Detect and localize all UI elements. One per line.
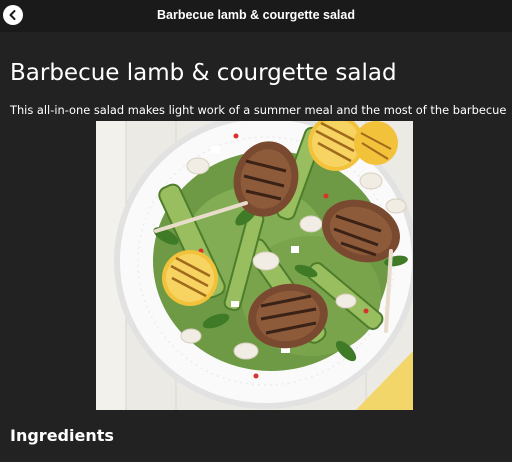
page-title: Barbecue lamb & courgette salad	[10, 60, 397, 86]
recipe-description: This all-in-one salad makes light work o…	[10, 103, 507, 117]
top-bar: Barbecue lamb & courgette salad	[0, 0, 512, 32]
recipe-photo	[96, 121, 413, 410]
bar-title: Barbecue lamb & courgette salad	[157, 8, 355, 22]
ingredients-heading: Ingredients	[10, 426, 114, 445]
